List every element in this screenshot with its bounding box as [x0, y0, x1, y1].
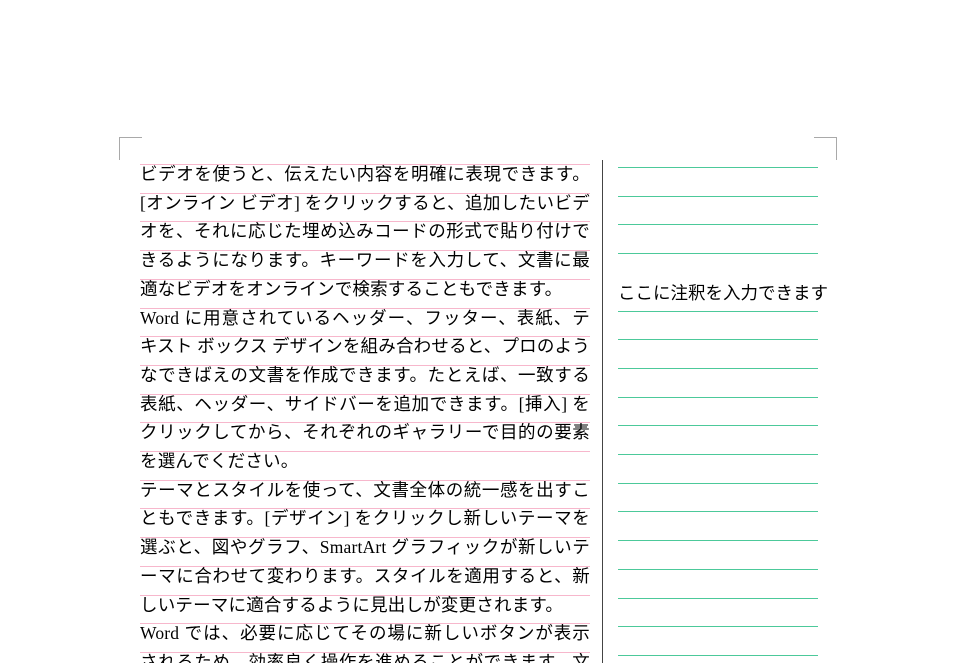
page: ビデオを使うと、伝えたい内容を明確に表現できます。[オンライン ビデオ] をクリ…	[0, 0, 957, 663]
comment-rule-line	[618, 569, 818, 570]
comment-rule-line	[618, 339, 818, 340]
crop-mark-top-left	[119, 137, 142, 160]
comment-placeholder[interactable]: ここに注釈を入力できます	[618, 283, 828, 303]
comment-rule-line	[618, 196, 818, 197]
comment-column[interactable]: ここに注釈を入力できます	[618, 279, 824, 308]
comment-rule-line	[618, 311, 818, 312]
comment-rule-line	[618, 368, 818, 369]
comment-rule-line	[618, 655, 818, 656]
comment-rule-line	[618, 454, 818, 455]
comment-rule-line	[618, 483, 818, 484]
crop-mark-top-right	[814, 137, 837, 160]
comment-rule-line	[618, 598, 818, 599]
document-viewport: ビデオを使うと、伝えたい内容を明確に表現できます。[オンライン ビデオ] をクリ…	[0, 0, 957, 663]
comment-divider	[602, 160, 603, 663]
comment-rule-line	[618, 511, 818, 512]
comment-rule-line	[618, 540, 818, 541]
comment-rule-line	[618, 397, 818, 398]
comment-rule-line	[618, 167, 818, 168]
body-paragraph[interactable]: Word では、必要に応じてその場に新しいボタンが表示されるため、効率良く操作を…	[140, 619, 590, 663]
comment-rule-line	[618, 425, 818, 426]
body-paragraph[interactable]: テーマとスタイルを使って、文書全体の統一感を出すこともできます。[デザイン] を…	[140, 476, 590, 620]
comment-rule-line	[618, 626, 818, 627]
body-paragraph[interactable]: Word に用意されているヘッダー、フッター、表紙、テキスト ボックス デザイン…	[140, 304, 590, 476]
comment-rule-line	[618, 224, 818, 225]
main-text-column[interactable]: ビデオを使うと、伝えたい内容を明確に表現できます。[オンライン ビデオ] をクリ…	[140, 160, 590, 663]
body-paragraph[interactable]: ビデオを使うと、伝えたい内容を明確に表現できます。[オンライン ビデオ] をクリ…	[140, 160, 590, 304]
comment-rule-line	[618, 253, 818, 254]
